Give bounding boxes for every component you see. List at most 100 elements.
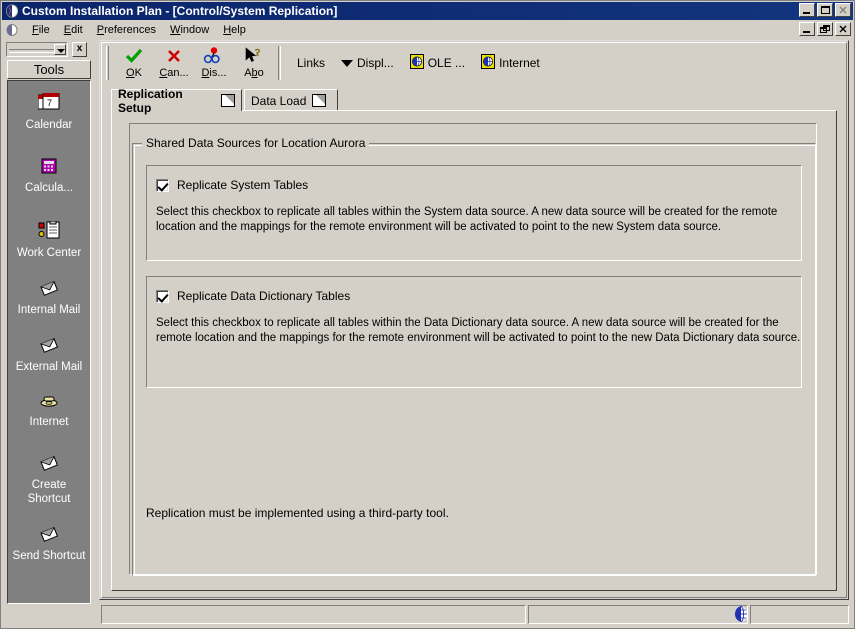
display-button-label: Dis... (201, 67, 227, 79)
replicate-data-dictionary-description: Select this checkbox to replicate all ta… (156, 317, 801, 344)
cancel-button[interactable]: Can... (154, 45, 194, 81)
shared-data-sources-group: Shared Data Sources for Location Aurora … (132, 136, 816, 580)
ok-button-label: OK (126, 67, 142, 79)
globe-page-icon (481, 54, 496, 72)
internet-link[interactable]: Internet (481, 54, 540, 72)
chevron-down-icon[interactable] (54, 44, 66, 55)
status-pane-left (101, 605, 526, 624)
links-label: Links (297, 56, 326, 70)
sidebar-title: Tools (7, 60, 91, 79)
internet-link-label: Internet (499, 56, 540, 70)
menu-bar: File Edit Preferences Window Help (2, 21, 853, 39)
status-pane-middle (528, 605, 748, 624)
arrow-question-icon: ? (244, 46, 264, 66)
replication-footer-note: Replication must be implemented using a … (146, 506, 449, 520)
sidebar-item-internal-mail[interactable]: Internal Mail (8, 280, 90, 317)
display-button[interactable]: Dis... (194, 45, 234, 81)
sidebar-item-calendar[interactable]: 7 Calendar (8, 92, 90, 132)
tab-label: Replication Setup (118, 86, 183, 115)
envelope-icon (8, 526, 90, 546)
replicate-system-tables-label: Replicate System Tables (177, 178, 309, 192)
green-check-icon (125, 46, 143, 66)
minimize-button[interactable] (799, 3, 815, 17)
globe-page-icon (409, 54, 424, 72)
replicate-data-dictionary-label: Replicate Data Dictionary Tables (177, 289, 351, 303)
status-bar (3, 603, 851, 626)
menu-item-window[interactable]: Window (163, 23, 216, 37)
window-controls (799, 3, 851, 17)
work-center-icon (8, 220, 90, 243)
glasses-icon (203, 46, 225, 66)
page-corner-icon (312, 94, 327, 107)
sidebar-item-calculator[interactable]: Calcula... (8, 158, 90, 195)
menu-item-preferences[interactable]: Preferences (90, 23, 163, 37)
mdi-restore-button[interactable] (817, 22, 833, 36)
tab-label: Data Load (251, 93, 307, 108)
window-title: Custom Installation Plan - [Control/Syst… (22, 4, 338, 18)
sidebar-item-send-shortcut[interactable]: Send Shortcut (8, 526, 90, 563)
ole-link-label: OLE ... (427, 56, 466, 70)
sidebar-item-work-center[interactable]: Work Center (8, 220, 90, 260)
sidebar-item-label: Create Shortcut (27, 479, 71, 505)
toolbar-grip[interactable] (106, 46, 109, 80)
application-window: Custom Installation Plan - [Control/Syst… (0, 0, 855, 629)
sidebar-item-internet[interactable]: Internet (8, 394, 90, 429)
svg-text:?: ? (255, 47, 261, 59)
menu-item-help[interactable]: Help (216, 23, 253, 37)
tab-replication-setup[interactable]: Replication Setup (111, 87, 242, 115)
maximize-button[interactable] (817, 3, 833, 17)
tab-strip: Replication Setup Data Load (111, 87, 837, 115)
display-dropdown-label: Displ... (357, 56, 394, 70)
chevron-down-icon (341, 59, 354, 67)
ole-link[interactable]: OLE ... (409, 54, 466, 72)
svg-text:7: 7 (47, 98, 52, 108)
sidebar-item-label: Internal Mail (17, 304, 81, 316)
globe-icon[interactable] (733, 605, 748, 622)
sidebar-item-label: Calcula... (25, 182, 73, 194)
sidebar-item-label: Internet (29, 416, 69, 428)
replicate-system-tables-panel: Replicate System Tables Select this chec… (146, 165, 802, 261)
sidebar-header: x (6, 42, 92, 57)
sidebar-close-button[interactable]: x (72, 42, 87, 57)
toolbar-separator (278, 46, 281, 80)
sidebar-item-create-shortcut[interactable]: Create Shortcut (8, 455, 90, 506)
ok-button[interactable]: OK (114, 45, 154, 81)
tools-sidebar: x Tools 7 Calendar Calcula... Work Cente… (3, 40, 95, 626)
sidebar-combo[interactable] (6, 42, 68, 57)
sidebar-list: 7 Calendar Calcula... Work Center Intern… (7, 80, 91, 604)
close-button[interactable] (835, 3, 851, 17)
sidebar-item-label: Work Center (16, 247, 82, 259)
mdi-close-button[interactable] (835, 22, 851, 36)
replicate-data-dictionary-checkbox[interactable] (156, 289, 169, 303)
calendar-icon: 7 (8, 92, 90, 115)
document-icon[interactable] (5, 23, 19, 37)
sidebar-item-label: Calendar (25, 119, 73, 131)
menu-item-file[interactable]: File (25, 23, 57, 37)
application-icon[interactable] (5, 4, 19, 18)
envelope-icon (8, 337, 90, 357)
envelope-icon (8, 280, 90, 300)
group-title: Shared Data Sources for Location Aurora (142, 136, 370, 150)
mdi-window-controls (799, 22, 851, 36)
sidebar-item-external-mail[interactable]: External Mail (8, 337, 90, 374)
replicate-data-dictionary-panel: Replicate Data Dictionary Tables Select … (146, 276, 802, 388)
tab-data-load[interactable]: Data Load (244, 89, 338, 111)
replicate-system-tables-row[interactable]: Replicate System Tables (156, 178, 308, 192)
envelope-icon (8, 455, 90, 475)
sidebar-item-label: Send Shortcut (12, 550, 86, 562)
menu-item-edit[interactable]: Edit (57, 23, 90, 37)
cancel-button-label: Can... (159, 67, 189, 79)
replicate-system-tables-checkbox[interactable] (156, 178, 169, 192)
replicate-data-dictionary-row[interactable]: Replicate Data Dictionary Tables (156, 289, 350, 303)
sidebar-item-label: External Mail (15, 361, 83, 373)
replicate-system-tables-description: Select this checkbox to replicate all ta… (156, 206, 778, 233)
mdi-minimize-button[interactable] (799, 22, 815, 36)
display-dropdown[interactable]: Displ... (341, 56, 394, 70)
title-bar: Custom Installation Plan - [Control/Syst… (2, 2, 853, 20)
about-button-label: Abo (244, 67, 264, 79)
page-corner-icon (221, 94, 235, 107)
calculator-icon (8, 158, 90, 178)
about-button[interactable]: ? Abo (234, 45, 274, 81)
telephone-icon (8, 394, 90, 412)
status-pane-right (750, 605, 849, 624)
